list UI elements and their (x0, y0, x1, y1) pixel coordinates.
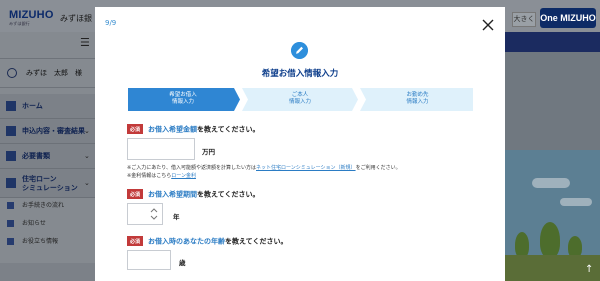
step-personal-info: ご本人 情報入力 (288, 92, 311, 105)
sidebar-item-news[interactable]: お知らせ (0, 216, 95, 232)
loan-period-stepper[interactable] (127, 203, 163, 225)
step-counter: 9/9 (105, 19, 117, 27)
age-input[interactable] (127, 250, 171, 270)
loan-info-modal: 9/9 希望お借入情報入力 希望お借入 情報入力 ご本人 情報入力 お勤め先 情報入力… (95, 7, 505, 281)
loan-amount-input[interactable] (127, 138, 195, 160)
step-indicator: 希望お借入 情報入力 ご本人 情報入力 お勤め先 情報入力 (128, 88, 473, 111)
book-icon (7, 238, 14, 245)
interest-rate-link[interactable]: ローン金利 (171, 173, 196, 179)
document-icon (6, 126, 16, 136)
avatar-icon (7, 68, 17, 78)
sidebar-item-tips[interactable]: お役立ち情報 (0, 234, 95, 250)
unit-label: 年 (173, 213, 180, 221)
stepper-arrows-icon[interactable] (150, 207, 158, 221)
chevron-down-icon: ⌄ (84, 127, 90, 135)
question-age: 必須 お借入時のあなたの年齢を教えてください。 (127, 236, 287, 247)
scroll-top-icon[interactable]: ↑ (585, 264, 593, 275)
sidebar-item-application[interactable]: 申込内容・審査結果 ⌄ (0, 119, 95, 144)
unit-label: 万円 (202, 148, 215, 156)
required-badge: 必須 (127, 124, 144, 134)
question-loan-period: 必須 お借入希望期間を教えてください。 (127, 189, 259, 200)
chevron-down-icon: ⌄ (84, 152, 90, 160)
mizuho-logo: MIZUHO みずほ銀行 (9, 9, 54, 26)
sidebar-bottom (0, 263, 95, 281)
question-loan-amount: 必須 お借入希望金額を教えてください。 (127, 124, 259, 135)
cloud (532, 178, 570, 188)
sidebar-item-home[interactable]: ホーム (0, 94, 95, 119)
interest-note: ※金利情報はこちらローン金利 (127, 173, 196, 179)
simulation-note: ※ご入力にあたり、借入可能額や返済額を計算したい方はネット住宅ローンシミュレーシ… (127, 165, 401, 171)
bank-name: みずほ銀 (60, 14, 92, 23)
bell-icon (7, 220, 14, 227)
hamburger-menu-icon[interactable]: ☰ (80, 36, 90, 49)
pencil-icon (291, 42, 308, 59)
chart-icon (6, 178, 16, 188)
chevron-down-icon: ⌄ (84, 179, 90, 187)
modal-title: 希望お借入情報入力 (261, 69, 339, 79)
cloud (560, 198, 592, 206)
home-icon (6, 101, 16, 111)
folder-icon (6, 151, 16, 161)
close-icon[interactable] (481, 18, 495, 32)
required-badge: 必須 (127, 236, 144, 246)
user-name: みずほ 太郎 様 (26, 69, 82, 77)
sidebar-item-simulation[interactable]: 住宅ローン シミュレーション ⌄ (0, 169, 95, 198)
onemizuho-logo: One MIZUHO (540, 8, 596, 28)
simulation-link[interactable]: ネット住宅ローンシミュレーション（新規） (256, 165, 356, 171)
step-employer-info: お勤め先 情報入力 (406, 92, 429, 105)
flow-icon (7, 202, 14, 209)
tree (540, 222, 560, 258)
step-loan-info: 希望お借入 情報入力 (169, 92, 197, 105)
unit-label: 歳 (179, 259, 186, 267)
sidebar-item-documents[interactable]: 必要書類 ⌄ (0, 144, 95, 169)
user-panel: みずほ 太郎 様 (0, 58, 95, 88)
required-badge: 必須 (127, 189, 144, 199)
zoom-button[interactable]: 大きく (512, 12, 536, 27)
sidebar-item-flow[interactable]: お手続きの流れ (0, 198, 95, 214)
